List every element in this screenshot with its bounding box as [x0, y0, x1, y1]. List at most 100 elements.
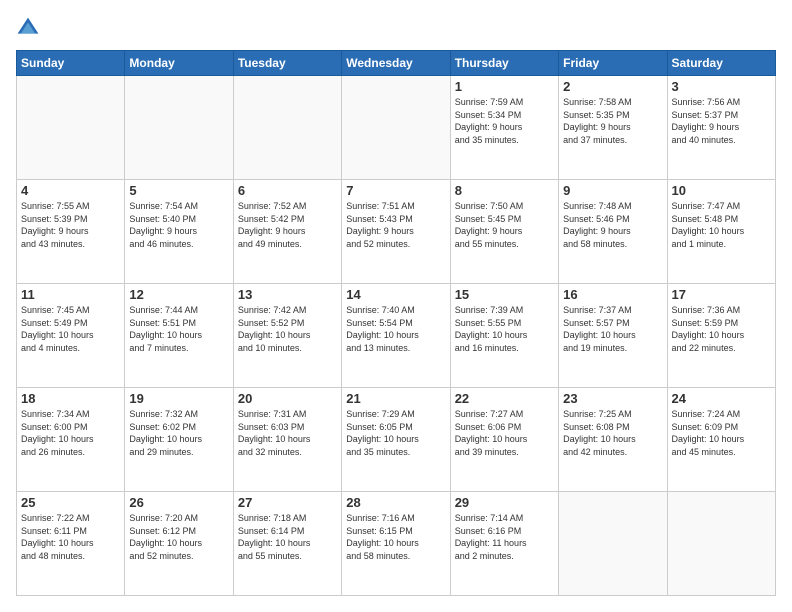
week-row-4: 18 Sunrise: 7:34 AM Sunset: 6:00 PM Dayli… — [17, 388, 776, 492]
day-info: Sunrise: 7:47 AM Sunset: 5:48 PM Dayligh… — [672, 200, 771, 250]
day-cell: 2 Sunrise: 7:58 AM Sunset: 5:35 PM Daylig… — [559, 76, 667, 180]
day-cell: 24 Sunrise: 7:24 AM Sunset: 6:09 PM Dayli… — [667, 388, 775, 492]
day-cell: 19Sunrise: 7:32 AM Sunset: 6:02 PM Dayli… — [125, 388, 233, 492]
day-header-wednesday: Wednesday — [342, 51, 450, 76]
day-number: 4 — [21, 183, 120, 198]
day-number: 17 — [672, 287, 771, 302]
day-number: 29 — [455, 495, 554, 510]
day-info: Sunrise: 7:56 AM Sunset: 5:37 PM Dayligh… — [672, 96, 771, 146]
day-cell — [342, 76, 450, 180]
day-number: 16 — [563, 287, 662, 302]
calendar-table: SundayMondayTuesdayWednesdayThursdayFrid… — [16, 50, 776, 596]
day-cell — [125, 76, 233, 180]
day-cell: 22 Sunrise: 7:27 AM Sunset: 6:06 PM Dayli… — [450, 388, 558, 492]
day-number: 25 — [21, 495, 120, 510]
day-info: Sunrise: 7:42 AM Sunset: 5:52 PM Dayligh… — [238, 304, 337, 354]
day-header-tuesday: Tuesday — [233, 51, 341, 76]
day-cell — [17, 76, 125, 180]
day-info: Sunrise: 7:14 AM Sunset: 6:16 PM Dayligh… — [455, 512, 554, 562]
day-cell — [233, 76, 341, 180]
day-cell: 13 Sunrise: 7:42 AM Sunset: 5:52 PM Dayli… — [233, 284, 341, 388]
logo-icon — [16, 16, 40, 40]
day-cell: 15 Sunrise: 7:39 AM Sunset: 5:55 PM Dayli… — [450, 284, 558, 388]
day-cell: 29 Sunrise: 7:14 AM Sunset: 6:16 PM Dayli… — [450, 492, 558, 596]
day-info: Sunrise: 7:55 AM Sunset: 5:39 PM Dayligh… — [21, 200, 120, 250]
day-cell — [667, 492, 775, 596]
day-cell: 11 Sunrise: 7:45 AM Sunset: 5:49 PM Dayli… — [17, 284, 125, 388]
day-info: Sunrise: 7:52 AM Sunset: 5:42 PM Dayligh… — [238, 200, 337, 250]
day-number: 24 — [672, 391, 771, 406]
day-cell: 16Sunrise: 7:37 AM Sunset: 5:57 PM Dayli… — [559, 284, 667, 388]
header-row: SundayMondayTuesdayWednesdayThursdayFrid… — [17, 51, 776, 76]
day-info: Sunrise: 7:27 AM Sunset: 6:06 PM Dayligh… — [455, 408, 554, 458]
day-info: Sunrise: 7:36 AM Sunset: 5:59 PM Dayligh… — [672, 304, 771, 354]
day-info: Sunrise: 7:31 AM Sunset: 6:03 PM Dayligh… — [238, 408, 337, 458]
day-info: Sunrise: 7:44 AM Sunset: 5:51 PM Dayligh… — [129, 304, 228, 354]
day-number: 18 — [21, 391, 120, 406]
day-info: Sunrise: 7:40 AM Sunset: 5:54 PM Dayligh… — [346, 304, 445, 354]
day-cell: 23Sunrise: 7:25 AM Sunset: 6:08 PM Dayli… — [559, 388, 667, 492]
day-cell: 5 Sunrise: 7:54 AM Sunset: 5:40 PM Daylig… — [125, 180, 233, 284]
day-cell: 20 Sunrise: 7:31 AM Sunset: 6:03 PM Dayli… — [233, 388, 341, 492]
day-info: Sunrise: 7:58 AM Sunset: 5:35 PM Dayligh… — [563, 96, 662, 146]
day-header-saturday: Saturday — [667, 51, 775, 76]
day-number: 26 — [129, 495, 228, 510]
day-number: 13 — [238, 287, 337, 302]
day-info: Sunrise: 7:54 AM Sunset: 5:40 PM Dayligh… — [129, 200, 228, 250]
day-number: 21 — [346, 391, 445, 406]
day-cell: 7 Sunrise: 7:51 AM Sunset: 5:43 PM Daylig… — [342, 180, 450, 284]
day-number: 10 — [672, 183, 771, 198]
day-number: 14 — [346, 287, 445, 302]
day-info: Sunrise: 7:18 AM Sunset: 6:14 PM Dayligh… — [238, 512, 337, 562]
week-row-1: 1 Sunrise: 7:59 AM Sunset: 5:34 PM Daylig… — [17, 76, 776, 180]
week-row-5: 25Sunrise: 7:22 AM Sunset: 6:11 PM Dayli… — [17, 492, 776, 596]
page: SundayMondayTuesdayWednesdayThursdayFrid… — [0, 0, 792, 612]
day-number: 8 — [455, 183, 554, 198]
day-info: Sunrise: 7:50 AM Sunset: 5:45 PM Dayligh… — [455, 200, 554, 250]
day-cell: 27 Sunrise: 7:18 AM Sunset: 6:14 PM Dayli… — [233, 492, 341, 596]
day-info: Sunrise: 7:51 AM Sunset: 5:43 PM Dayligh… — [346, 200, 445, 250]
day-number: 1 — [455, 79, 554, 94]
day-info: Sunrise: 7:39 AM Sunset: 5:55 PM Dayligh… — [455, 304, 554, 354]
day-header-friday: Friday — [559, 51, 667, 76]
week-row-2: 4 Sunrise: 7:55 AM Sunset: 5:39 PM Daylig… — [17, 180, 776, 284]
day-info: Sunrise: 7:16 AM Sunset: 6:15 PM Dayligh… — [346, 512, 445, 562]
day-info: Sunrise: 7:34 AM Sunset: 6:00 PM Dayligh… — [21, 408, 120, 458]
day-number: 2 — [563, 79, 662, 94]
day-cell: 1 Sunrise: 7:59 AM Sunset: 5:34 PM Daylig… — [450, 76, 558, 180]
day-cell: 8 Sunrise: 7:50 AM Sunset: 5:45 PM Daylig… — [450, 180, 558, 284]
day-cell: 21 Sunrise: 7:29 AM Sunset: 6:05 PM Dayli… — [342, 388, 450, 492]
day-number: 19 — [129, 391, 228, 406]
day-number: 20 — [238, 391, 337, 406]
day-cell: 3 Sunrise: 7:56 AM Sunset: 5:37 PM Daylig… — [667, 76, 775, 180]
day-info: Sunrise: 7:24 AM Sunset: 6:09 PM Dayligh… — [672, 408, 771, 458]
day-info: Sunrise: 7:48 AM Sunset: 5:46 PM Dayligh… — [563, 200, 662, 250]
day-number: 3 — [672, 79, 771, 94]
day-info: Sunrise: 7:45 AM Sunset: 5:49 PM Dayligh… — [21, 304, 120, 354]
day-info: Sunrise: 7:20 AM Sunset: 6:12 PM Dayligh… — [129, 512, 228, 562]
day-number: 5 — [129, 183, 228, 198]
day-header-thursday: Thursday — [450, 51, 558, 76]
day-number: 7 — [346, 183, 445, 198]
day-cell: 28 Sunrise: 7:16 AM Sunset: 6:15 PM Dayli… — [342, 492, 450, 596]
day-info: Sunrise: 7:59 AM Sunset: 5:34 PM Dayligh… — [455, 96, 554, 146]
day-cell: 4 Sunrise: 7:55 AM Sunset: 5:39 PM Daylig… — [17, 180, 125, 284]
day-cell: 25Sunrise: 7:22 AM Sunset: 6:11 PM Dayli… — [17, 492, 125, 596]
day-number: 15 — [455, 287, 554, 302]
day-number: 9 — [563, 183, 662, 198]
day-cell: 14 Sunrise: 7:40 AM Sunset: 5:54 PM Dayli… — [342, 284, 450, 388]
day-cell — [559, 492, 667, 596]
day-number: 28 — [346, 495, 445, 510]
day-number: 22 — [455, 391, 554, 406]
day-cell: 12Sunrise: 7:44 AM Sunset: 5:51 PM Dayli… — [125, 284, 233, 388]
day-number: 6 — [238, 183, 337, 198]
week-row-3: 11 Sunrise: 7:45 AM Sunset: 5:49 PM Dayli… — [17, 284, 776, 388]
day-cell: 10 Sunrise: 7:47 AM Sunset: 5:48 PM Dayli… — [667, 180, 775, 284]
day-number: 27 — [238, 495, 337, 510]
header — [16, 16, 776, 40]
day-cell: 26 Sunrise: 7:20 AM Sunset: 6:12 PM Dayli… — [125, 492, 233, 596]
day-cell: 9 Sunrise: 7:48 AM Sunset: 5:46 PM Daylig… — [559, 180, 667, 284]
day-info: Sunrise: 7:29 AM Sunset: 6:05 PM Dayligh… — [346, 408, 445, 458]
day-number: 11 — [21, 287, 120, 302]
day-cell: 6 Sunrise: 7:52 AM Sunset: 5:42 PM Daylig… — [233, 180, 341, 284]
